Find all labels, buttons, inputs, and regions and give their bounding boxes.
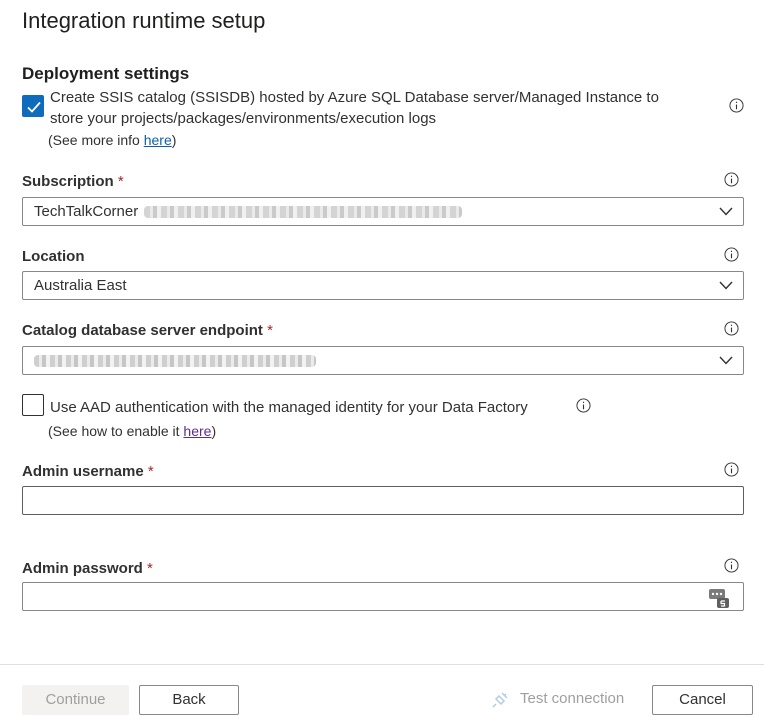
back-button[interactable]: Back: [139, 685, 239, 715]
subscription-dropdown[interactable]: TechTalkCorner: [22, 197, 744, 226]
catalog-endpoint-label-text: Catalog database server endpoint: [22, 322, 263, 339]
info-icon[interactable]: [724, 321, 739, 336]
location-label: Location: [22, 248, 85, 265]
aad-auth-checkbox[interactable]: [22, 394, 44, 416]
aad-auth-label: Use AAD authentication with the managed …: [50, 399, 528, 416]
admin-password-input[interactable]: [22, 582, 744, 611]
ssis-more-info: (See more info here): [48, 132, 176, 148]
footer-divider: [0, 664, 764, 665]
ssis-catalog-checkbox[interactable]: [22, 95, 44, 117]
admin-password-label-text: Admin password: [22, 560, 143, 577]
aad-help-prefix: (See how to enable it: [48, 423, 184, 439]
cancel-button[interactable]: Cancel: [652, 685, 753, 715]
chevron-down-icon: [719, 356, 733, 365]
catalog-endpoint-label: Catalog database server endpoint *: [22, 322, 273, 339]
info-icon[interactable]: [724, 247, 739, 262]
required-mark: *: [117, 173, 124, 190]
aad-help-suffix: ): [211, 423, 217, 439]
ssis-catalog-label-line2: store your projects/packages/environment…: [50, 110, 437, 127]
continue-button[interactable]: Continue: [22, 685, 129, 715]
chevron-down-icon: [719, 207, 733, 216]
plug-icon: [492, 692, 508, 708]
info-icon[interactable]: [724, 462, 739, 477]
password-manager-icon[interactable]: [708, 587, 730, 609]
admin-password-label: Admin password *: [22, 560, 153, 577]
section-title: Deployment settings: [22, 64, 190, 83]
location-dropdown[interactable]: Australia East: [22, 271, 744, 300]
chevron-down-icon: [719, 281, 733, 290]
ssis-catalog-label-line1: Create SSIS catalog (SSISDB) hosted by A…: [50, 89, 659, 106]
info-icon[interactable]: [724, 172, 739, 187]
redacted-text: [144, 206, 463, 219]
required-mark: *: [147, 463, 154, 480]
subscription-label: Subscription *: [22, 173, 124, 190]
aad-help: (See how to enable it here): [48, 423, 216, 439]
info-icon[interactable]: [729, 98, 744, 113]
info-icon[interactable]: [724, 558, 739, 573]
ssis-more-info-link[interactable]: here: [144, 132, 172, 148]
page-title: Integration runtime setup: [22, 8, 266, 33]
admin-username-input[interactable]: [22, 486, 744, 515]
test-connection-button[interactable]: Test connection: [520, 690, 624, 707]
required-mark: *: [147, 560, 153, 577]
admin-username-label: Admin username *: [22, 463, 154, 480]
ssis-more-suffix: ): [171, 132, 177, 148]
info-icon[interactable]: [576, 398, 591, 413]
admin-username-label-text: Admin username: [22, 463, 144, 480]
ssis-more-prefix: (See more info: [48, 132, 144, 148]
aad-help-link[interactable]: here: [183, 423, 211, 439]
checkmark-icon: [27, 101, 41, 113]
required-mark: *: [267, 322, 273, 339]
catalog-endpoint-dropdown[interactable]: [22, 346, 744, 375]
location-value: Australia East: [34, 277, 127, 294]
subscription-value: TechTalkCorner: [34, 203, 139, 220]
redacted-text: [34, 355, 316, 368]
subscription-label-text: Subscription: [22, 173, 114, 190]
